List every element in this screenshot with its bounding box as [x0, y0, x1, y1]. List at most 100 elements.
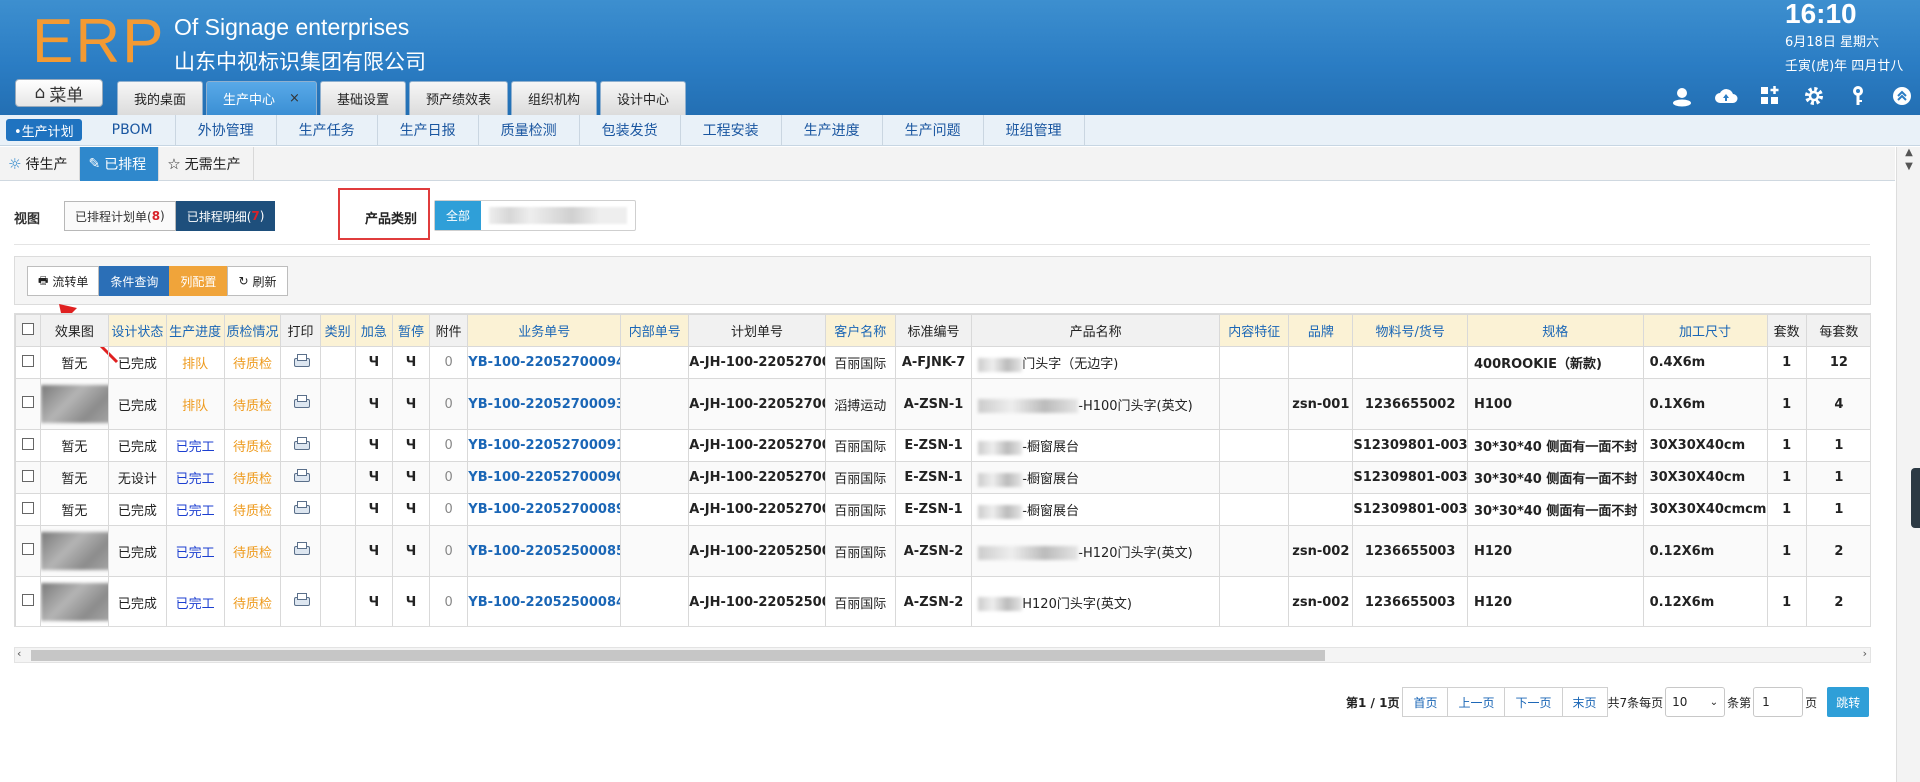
tab-organization[interactable]: 组织机构	[510, 81, 597, 115]
col-header[interactable]: 加急	[354, 314, 393, 347]
scroll-down-icon[interactable]: ▼	[1897, 161, 1920, 177]
row-select-cell[interactable]	[15, 346, 41, 379]
col-header[interactable]: 品牌	[1288, 314, 1354, 347]
tab-my-desktop[interactable]: 我的桌面	[117, 81, 204, 115]
collapse-up-icon[interactable]	[1890, 84, 1914, 108]
status-tab-pending[interactable]: ☼ 待生产	[0, 147, 81, 181]
subnav-team[interactable]: 班组管理	[984, 114, 1085, 146]
next-page-button[interactable]: 下一页	[1504, 687, 1563, 717]
row-checkbox[interactable]	[21, 469, 34, 482]
cell-print[interactable]	[280, 493, 321, 526]
user-icon[interactable]	[1670, 84, 1694, 108]
col-header[interactable]: 设计状态	[107, 314, 167, 347]
cell-print[interactable]	[280, 576, 321, 626]
cell-biz-no[interactable]: YB-100-22052700090	[467, 461, 622, 494]
subnav-quality-check[interactable]: 质量检测	[479, 114, 580, 146]
status-tab-scheduled[interactable]: ✎ 已排程	[80, 147, 160, 181]
select-all-checkbox[interactable]	[21, 322, 34, 335]
cell-print[interactable]	[280, 429, 321, 462]
subnav-progress[interactable]: 生产进度	[782, 114, 883, 146]
col-header[interactable]: 物料号/货号	[1352, 314, 1468, 347]
table-row[interactable]: 暂无 无设计 已完工 待质检 Ч Ч 0 YB-100-22052700090 A-JH-100…	[15, 461, 1870, 494]
tab-design-center[interactable]: 设计中心	[599, 81, 686, 115]
table-row[interactable]: 暂无 已完成 排队 待质检 Ч Ч 0 YB-100-22052700094 A-JH-100-…	[15, 346, 1870, 379]
printer-icon[interactable]	[293, 436, 310, 451]
row-select-cell[interactable]	[15, 429, 41, 462]
scroll-thumb[interactable]	[31, 650, 1325, 661]
category-options-blurred[interactable]	[489, 207, 627, 224]
printer-icon[interactable]	[293, 593, 310, 607]
table-row[interactable]: 已完成 排队 待质检 Ч Ч 0 YB-100-22052700093 A-JH-100-22…	[15, 378, 1870, 430]
printer-icon[interactable]	[293, 542, 310, 556]
condition-query-button[interactable]: 条件查询	[99, 266, 170, 296]
goto-page-input[interactable]: 1	[1753, 687, 1804, 717]
subnav-packaging-shipping[interactable]: 包装发货	[580, 114, 681, 146]
subnav-issues[interactable]: 生产问题	[883, 114, 984, 146]
col-header[interactable]: 规格	[1466, 314, 1644, 347]
row-checkbox[interactable]	[21, 594, 34, 606]
scroll-right-icon[interactable]: ›	[1863, 647, 1867, 660]
col-header[interactable]: 内容特征	[1219, 314, 1290, 347]
row-select-cell[interactable]	[15, 576, 41, 626]
product-thumbnail[interactable]	[41, 532, 108, 570]
col-header[interactable]: 客户名称	[824, 314, 896, 347]
row-select-cell[interactable]	[15, 525, 41, 577]
tab-basic-settings[interactable]: 基础设置	[319, 81, 406, 115]
gear-icon[interactable]	[1802, 84, 1826, 108]
row-select-cell[interactable]	[15, 493, 41, 526]
menu-button[interactable]: ⌂ 菜单	[15, 79, 103, 107]
cloud-upload-icon[interactable]	[1714, 84, 1738, 108]
printer-icon[interactable]	[293, 500, 310, 515]
printer-icon[interactable]	[293, 468, 310, 483]
cell-biz-no[interactable]: YB-100-22052500085	[467, 525, 622, 577]
page-size-select[interactable]: 10 ⌄	[1665, 687, 1726, 717]
cell-biz-no[interactable]: YB-100-22052700093	[467, 378, 622, 430]
flow-sheet-button[interactable]: 🖶 流转单	[27, 266, 100, 296]
col-header[interactable]: 生产进度	[165, 314, 225, 347]
key-icon[interactable]	[1846, 84, 1870, 108]
cell-biz-no[interactable]: YB-100-22052700091	[467, 429, 622, 462]
vertical-scrollbar[interactable]: ▲ ▼	[1896, 147, 1920, 782]
refresh-button[interactable]: ↻ 刷新	[227, 266, 288, 296]
row-checkbox[interactable]	[21, 501, 34, 514]
col-header[interactable]: 业务单号	[467, 314, 622, 347]
scheduled-plan-button[interactable]: 已排程计划单(8)	[64, 201, 176, 231]
first-page-button[interactable]: 首页	[1402, 687, 1449, 717]
printer-icon[interactable]	[293, 395, 310, 409]
subnav-outsourcing[interactable]: 外协管理	[176, 114, 277, 146]
col-header[interactable]: 质检情况	[223, 314, 282, 347]
product-thumbnail[interactable]	[41, 583, 108, 621]
product-thumbnail[interactable]	[41, 385, 108, 423]
scroll-left-icon[interactable]: ‹	[17, 647, 21, 660]
apps-icon[interactable]	[1758, 84, 1782, 108]
table-row[interactable]: 暂无 已完成 已完工 待质检 Ч Ч 0 YB-100-22052700091 A-JH-100…	[15, 429, 1870, 462]
goto-button[interactable]: 跳转	[1827, 687, 1870, 717]
scheduled-detail-button[interactable]: 已排程明细(7)	[175, 201, 276, 231]
table-row[interactable]: 已完成 已完工 待质检 Ч Ч 0 YB-100-22052500085 A-JH-100-2…	[15, 525, 1870, 577]
col-header[interactable]: 加工尺寸	[1642, 314, 1768, 347]
row-select-cell[interactable]	[15, 461, 41, 494]
cell-print[interactable]	[280, 378, 321, 430]
tab-production-center[interactable]: 生产中心 ×	[206, 81, 317, 115]
col-header[interactable]: 类别	[319, 314, 356, 347]
cell-print[interactable]	[280, 525, 321, 577]
close-icon[interactable]: ×	[289, 91, 300, 106]
status-tab-no-production[interactable]: ☆ 无需生产	[159, 147, 254, 181]
cell-print[interactable]	[280, 461, 321, 494]
cell-biz-no[interactable]: YB-100-22052700094	[467, 346, 622, 379]
horizontal-scrollbar[interactable]: ‹ ›	[14, 647, 1871, 663]
subnav-daily-report[interactable]: 生产日报	[378, 114, 479, 146]
row-select-cell[interactable]	[15, 378, 41, 430]
printer-icon[interactable]	[293, 353, 310, 368]
subnav-installation[interactable]: 工程安装	[681, 114, 782, 146]
row-checkbox[interactable]	[21, 437, 34, 450]
col-header[interactable]: 暂停	[391, 314, 431, 347]
row-checkbox[interactable]	[21, 543, 34, 555]
row-checkbox[interactable]	[21, 396, 34, 408]
side-handle[interactable]	[1911, 468, 1920, 528]
prev-page-button[interactable]: 上一页	[1447, 687, 1506, 717]
table-row[interactable]: 已完成 已完工 待质检 Ч Ч 0 YB-100-22052500084 A-JH-100-2…	[15, 576, 1870, 626]
col-header[interactable]: 内部单号	[620, 314, 690, 347]
subnav-pbom[interactable]: PBOM	[90, 114, 176, 146]
column-config-button[interactable]: 列配置	[169, 266, 228, 296]
